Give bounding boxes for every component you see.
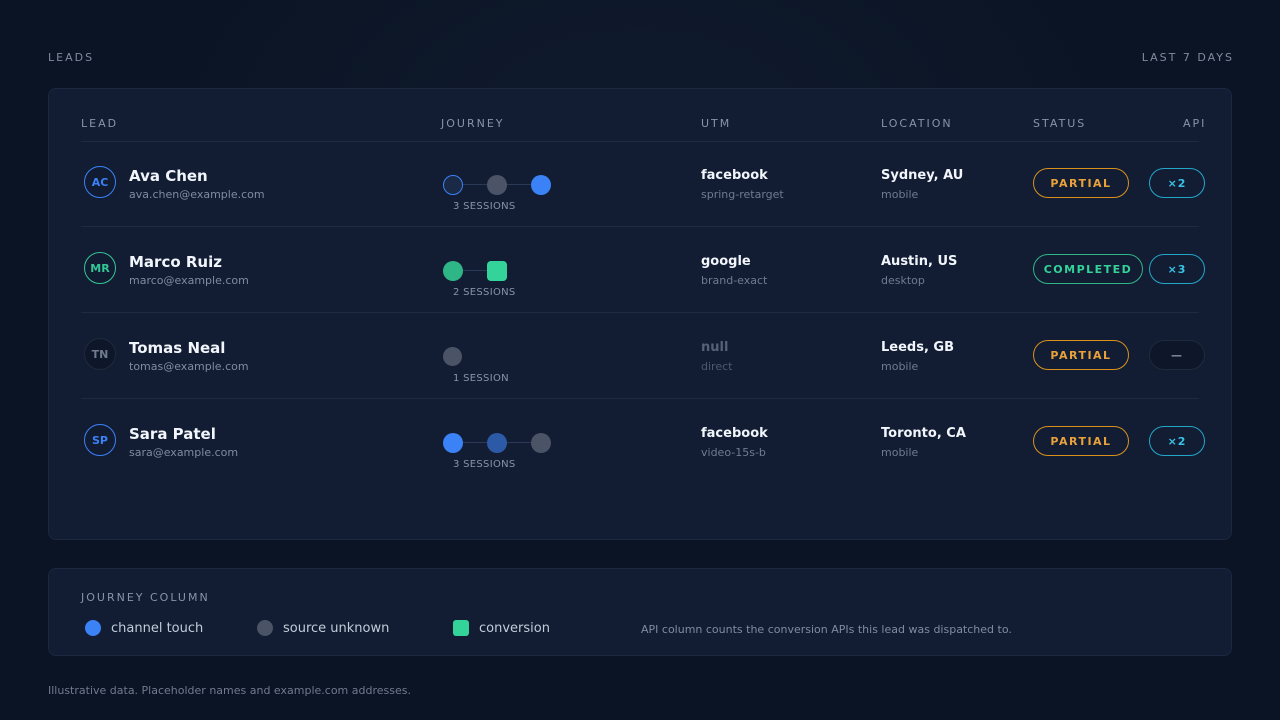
status-badge: PARTIAL bbox=[1033, 168, 1129, 198]
status-badge: COMPLETED bbox=[1033, 254, 1143, 284]
location-city: Leeds, GB bbox=[881, 340, 955, 355]
legend-item-source-unknown: source unknown bbox=[257, 619, 389, 637]
journey-node-touch bbox=[487, 433, 507, 453]
page-title: LEADS bbox=[48, 50, 95, 64]
journey-track bbox=[441, 173, 561, 197]
utm-source: google bbox=[701, 254, 751, 269]
journey-track bbox=[441, 431, 561, 455]
status-badge: PARTIAL bbox=[1033, 340, 1129, 370]
session-count: 3 SESSIONS bbox=[453, 459, 516, 470]
utm-campaign: direct bbox=[701, 360, 733, 373]
location-city: Sydney, AU bbox=[881, 168, 964, 183]
journey-track bbox=[441, 259, 561, 283]
utm-source: null bbox=[701, 340, 729, 355]
journey-node-start bbox=[443, 175, 463, 195]
avatar: TN bbox=[84, 338, 116, 370]
legend-label: source unknown bbox=[283, 620, 390, 636]
footer-disclaimer: Illustrative data. Placeholder names and… bbox=[48, 684, 411, 697]
avatar: AC bbox=[84, 166, 116, 198]
channel-touch-swatch-icon bbox=[85, 620, 101, 636]
location-device: desktop bbox=[881, 274, 925, 287]
lead-name[interactable]: Marco Ruiz bbox=[129, 253, 222, 271]
journey-node-start bbox=[443, 261, 463, 281]
session-count: 1 SESSION bbox=[453, 373, 509, 384]
journey-node-unknown bbox=[531, 433, 551, 453]
lead-email: sara@example.com bbox=[129, 446, 239, 459]
column-header-api: API bbox=[1183, 117, 1207, 130]
location-city: Toronto, CA bbox=[881, 426, 966, 441]
journey-node-unknown bbox=[443, 347, 462, 366]
lead-email: ava.chen@example.com bbox=[129, 188, 265, 201]
utm-campaign: video-15s-b bbox=[701, 446, 766, 459]
journey-node-unknown bbox=[487, 175, 507, 195]
utm-campaign: spring-retarget bbox=[701, 188, 784, 201]
journey-node-touch bbox=[443, 433, 463, 453]
utm-source: facebook bbox=[701, 168, 768, 183]
legend-item-channel-touch: channel touch bbox=[85, 619, 203, 637]
api-count-badge[interactable]: ×2 bbox=[1149, 426, 1205, 456]
column-header-lead: LEAD bbox=[81, 117, 119, 130]
journey-node-conversion bbox=[487, 261, 507, 281]
column-header-status: STATUS bbox=[1033, 117, 1087, 130]
leads-table: LEAD JOURNEY UTM LOCATION STATUS API AC … bbox=[48, 88, 1232, 540]
column-header-utm: UTM bbox=[701, 117, 732, 130]
legend-label: conversion bbox=[479, 620, 550, 636]
api-count-badge[interactable]: ×2 bbox=[1149, 168, 1205, 198]
journey-track bbox=[441, 345, 561, 369]
location-city: Austin, US bbox=[881, 254, 958, 269]
table-row[interactable]: SP Sara Patel sara@example.com 3 SESSION… bbox=[49, 399, 1231, 485]
column-header-location: LOCATION bbox=[881, 117, 953, 130]
conversion-swatch-icon bbox=[453, 620, 469, 636]
journey-node-touch bbox=[531, 175, 551, 195]
column-header-journey: JOURNEY bbox=[441, 117, 505, 130]
session-count: 3 SESSIONS bbox=[453, 201, 516, 212]
legend-note: API column counts the conversion APIs th… bbox=[641, 623, 1012, 636]
page-header: LEADS LAST 7 DAYS bbox=[48, 50, 1234, 64]
source-unknown-swatch-icon bbox=[257, 620, 273, 636]
api-count-badge[interactable]: — bbox=[1149, 340, 1205, 370]
legend-title: JOURNEY COLUMN bbox=[81, 591, 210, 604]
legend-item-conversion: conversion bbox=[453, 619, 550, 637]
table-row[interactable]: MR Marco Ruiz marco@example.com 2 SESSIO… bbox=[49, 227, 1231, 313]
table-row[interactable]: AC Ava Chen ava.chen@example.com 3 SESSI… bbox=[49, 141, 1231, 227]
date-range-filter[interactable]: LAST 7 DAYS bbox=[1142, 51, 1234, 64]
location-device: mobile bbox=[881, 446, 919, 459]
legend-label: channel touch bbox=[111, 620, 204, 636]
table-row[interactable]: TN Tomas Neal tomas@example.com 1 SESSIO… bbox=[49, 313, 1231, 399]
status-badge: PARTIAL bbox=[1033, 426, 1129, 456]
location-device: mobile bbox=[881, 360, 919, 373]
lead-name[interactable]: Tomas Neal bbox=[129, 339, 225, 357]
api-count-badge[interactable]: ×3 bbox=[1149, 254, 1205, 284]
journey-legend: JOURNEY COLUMN channel touch source unkn… bbox=[48, 568, 1232, 656]
utm-source: facebook bbox=[701, 426, 768, 441]
session-count: 2 SESSIONS bbox=[453, 287, 516, 298]
lead-email: tomas@example.com bbox=[129, 360, 249, 373]
location-device: mobile bbox=[881, 188, 919, 201]
lead-email: marco@example.com bbox=[129, 274, 249, 287]
utm-campaign: brand-exact bbox=[701, 274, 768, 287]
avatar: MR bbox=[84, 252, 116, 284]
lead-name[interactable]: Sara Patel bbox=[129, 425, 216, 443]
avatar: SP bbox=[84, 424, 116, 456]
lead-name[interactable]: Ava Chen bbox=[129, 167, 208, 185]
